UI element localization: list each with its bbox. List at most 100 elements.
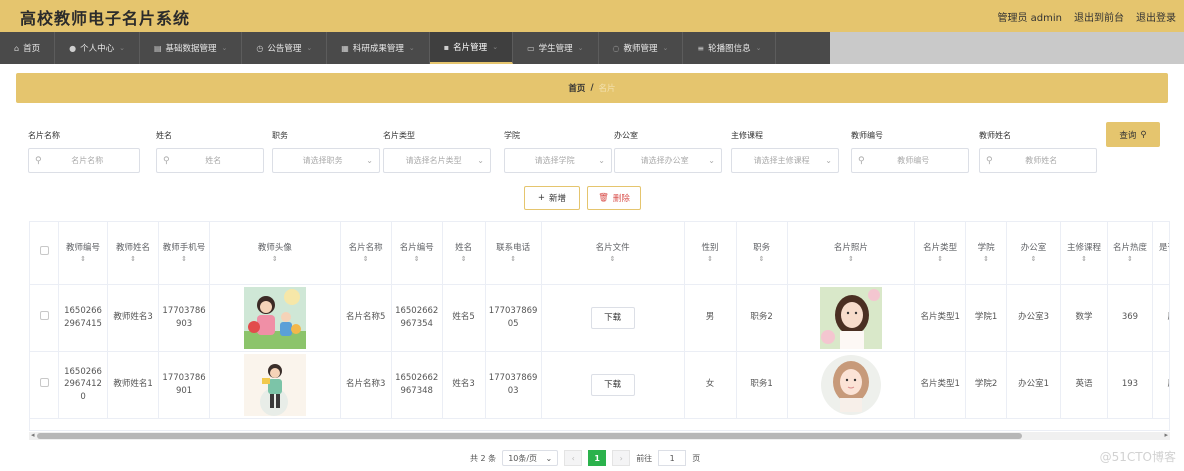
app-title: 高校教师电子名片系统 [20, 9, 191, 28]
row-checkbox[interactable] [39, 377, 49, 387]
sort-icon[interactable]: ⇕ [344, 254, 388, 264]
column-header[interactable]: 名片照片 ⇕ [787, 222, 916, 285]
column-header[interactable]: 职务 ⇕ [736, 222, 788, 285]
page-size-select[interactable]: 10条/页 ⌄ [502, 450, 559, 466]
cell-phone: 17703786903 [488, 373, 538, 396]
column-header[interactable]: 名片编号 ⇕ [391, 222, 443, 285]
select-all-checkbox[interactable] [39, 246, 49, 256]
menu-icon: ≡ [697, 43, 705, 53]
column-header[interactable]: 名片名称 ⇕ [340, 222, 392, 285]
sort-icon[interactable]: ⇕ [489, 254, 538, 264]
nav-item-8[interactable]: ≡ 轮播图信息 ⌄ [683, 32, 777, 64]
filter-7: 教师编号 ⚲ 教师编号 [851, 130, 969, 173]
filter-input[interactable]: ⚲ 姓名 [156, 148, 264, 173]
cell-office: 办公室3 [1018, 312, 1049, 323]
filter-label: 姓名 [156, 131, 172, 140]
table-cell [787, 284, 916, 352]
next-page-button[interactable]: › [612, 450, 631, 466]
filter-input[interactable]: ⚲ 教师姓名 [979, 148, 1097, 173]
chevron-down-icon: ⌄ [221, 44, 228, 52]
search-icon: ⚲ [163, 155, 170, 166]
column-header[interactable]: 性别 ⇕ [684, 222, 737, 285]
nav-item-2[interactable]: ▤ 基础数据管理 ⌄ [140, 32, 243, 64]
column-header[interactable]: 主修课程 ⇕ [1060, 222, 1108, 285]
table-header-row: 教师编号 ⇕ 教师姓名 ⇕ 教师手机号 ⇕ 教师头像 ⇕ 名片名称 ⇕ 名片编号 ⇕ 姓名 ⇕ 联系电话 ⇕ 名… [30, 222, 1169, 285]
sort-icon[interactable]: ⇕ [740, 254, 784, 264]
filter-input[interactable]: ⚲ 教师编号 [851, 148, 969, 173]
column-header[interactable]: 姓名 ⇕ [442, 222, 486, 285]
prev-page-button[interactable]: ‹ [564, 450, 583, 466]
database-icon: ▤ [153, 43, 162, 53]
filter-label: 名片名称 [28, 131, 60, 140]
cell-name: 姓名5 [452, 312, 475, 323]
sort-icon[interactable]: ⇕ [395, 254, 439, 264]
column-header[interactable]: 联系电话 ⇕ [485, 222, 542, 285]
cell-teacher-no: 16502662967415 [64, 306, 102, 329]
filter-select[interactable]: 请选择主修课程 ⌄ [731, 148, 839, 173]
card-table: 教师编号 ⇕ 教师姓名 ⇕ 教师手机号 ⇕ 教师头像 ⇕ 名片名称 ⇕ 名片编号 ⇕ 姓名 ⇕ 联系电话 ⇕ 名… [29, 221, 1170, 431]
add-button[interactable]: + 新增 [524, 186, 580, 210]
table-cell: 下载 [541, 284, 685, 352]
sort-icon[interactable]: ⇕ [111, 254, 155, 264]
goto-page-input[interactable]: 1 [658, 450, 687, 466]
clock-icon: ◷ [256, 43, 264, 53]
filter-input[interactable]: ⚲ 名片名称 [28, 148, 140, 173]
nav-item-6[interactable]: ▭ 学生管理 ⌄ [513, 32, 599, 64]
sort-icon[interactable]: ⇕ [62, 254, 104, 264]
scroll-right-icon[interactable]: ▸ [1164, 431, 1168, 439]
sort-icon[interactable]: ⇕ [1064, 254, 1104, 264]
chevron-down-icon: ⌄ [598, 156, 605, 165]
column-header[interactable]: 办公室 ⇕ [1006, 222, 1062, 285]
filter-select[interactable]: 请选择职务 ⌄ [272, 148, 380, 173]
scroll-left-icon[interactable]: ◂ [31, 431, 35, 439]
column-header[interactable]: 教师编号 ⇕ [58, 222, 109, 285]
scrollbar-thumb[interactable] [37, 433, 1022, 439]
column-header[interactable]: 名片热度 ⇕ [1107, 222, 1153, 285]
column-header[interactable]: 名片类型 ⇕ [914, 222, 967, 285]
exit-to-front-link[interactable]: 退出到前台 [1074, 9, 1124, 24]
download-button[interactable]: 下载 [590, 306, 635, 329]
sort-icon[interactable]: ⇕ [213, 254, 337, 264]
nav-item-1[interactable]: ● 个人中心 ⌄ [55, 32, 140, 64]
sort-icon[interactable]: ⇕ [791, 254, 912, 264]
filter-select[interactable]: 请选择名片类型 ⌄ [383, 148, 491, 173]
delete-button[interactable]: 🗑︎ 删除 [587, 186, 641, 210]
sort-icon[interactable]: ⇕ [918, 254, 962, 264]
sort-icon[interactable]: ⇕ [1111, 254, 1149, 264]
nav-item-5[interactable]: ▪ 名片管理 ⌄ [429, 32, 514, 64]
column-header[interactable]: 学院 ⇕ [965, 222, 1007, 285]
table-cell: 教师姓名1 [107, 351, 160, 419]
nav-item-3[interactable]: ◷ 公告管理 ⌄ [242, 32, 328, 64]
table-cell: 名片名称3 [340, 351, 392, 419]
column-header[interactable]: 名片文件 ⇕ [541, 222, 685, 285]
nav-menu: ⌂ 首页 ● 个人中心 ⌄ ▤ 基础数据管理 ⌄ ◷ 公告管理 ⌄ ▦ 科研成果管理 ⌄ ▪ 名片管理 ⌄ ▭ 学生… [0, 32, 830, 64]
sort-icon[interactable]: ⇕ [1156, 254, 1169, 264]
sort-icon[interactable]: ⇕ [1010, 254, 1057, 264]
horizontal-scrollbar[interactable]: ◂ ▸ [29, 431, 1170, 440]
filter-select[interactable]: 请选择学院 ⌄ [504, 148, 612, 173]
search-icon: ⚲ [986, 155, 993, 166]
document-icon: ▦ [341, 43, 349, 53]
breadcrumb: 首页 / 名片 [16, 73, 1168, 103]
search-button[interactable]: 查询 ⚲ [1106, 122, 1160, 147]
user-icon: ● [69, 43, 77, 53]
column-header[interactable]: 教师姓名 ⇕ [107, 222, 160, 285]
table-cell: 16502662967354 [391, 284, 443, 352]
nav-item-7[interactable]: ◌ 教师管理 ⌄ [599, 32, 684, 64]
column-header[interactable]: 教师头像 ⇕ [209, 222, 341, 285]
row-checkbox[interactable] [39, 310, 49, 320]
sort-icon[interactable]: ⇕ [446, 254, 482, 264]
sort-icon[interactable]: ⇕ [545, 254, 681, 264]
column-header[interactable]: 教师手机号 ⇕ [158, 222, 211, 285]
logout-link[interactable]: 退出登录 [1136, 9, 1176, 24]
filter-select[interactable]: 请选择办公室 ⌄ [614, 148, 722, 173]
sort-icon[interactable]: ⇕ [162, 254, 206, 264]
download-button[interactable]: 下载 [590, 373, 635, 396]
page-number-current[interactable]: 1 [588, 450, 607, 466]
nav-item-4[interactable]: ▦ 科研成果管理 ⌄ [327, 32, 430, 64]
breadcrumb-home[interactable]: 首页 [568, 82, 585, 94]
column-header[interactable]: 是否展示⇕ [1152, 222, 1169, 285]
sort-icon[interactable]: ⇕ [688, 254, 733, 264]
nav-item-0[interactable]: ⌂ 首页 [0, 32, 56, 64]
sort-icon[interactable]: ⇕ [969, 254, 1003, 264]
